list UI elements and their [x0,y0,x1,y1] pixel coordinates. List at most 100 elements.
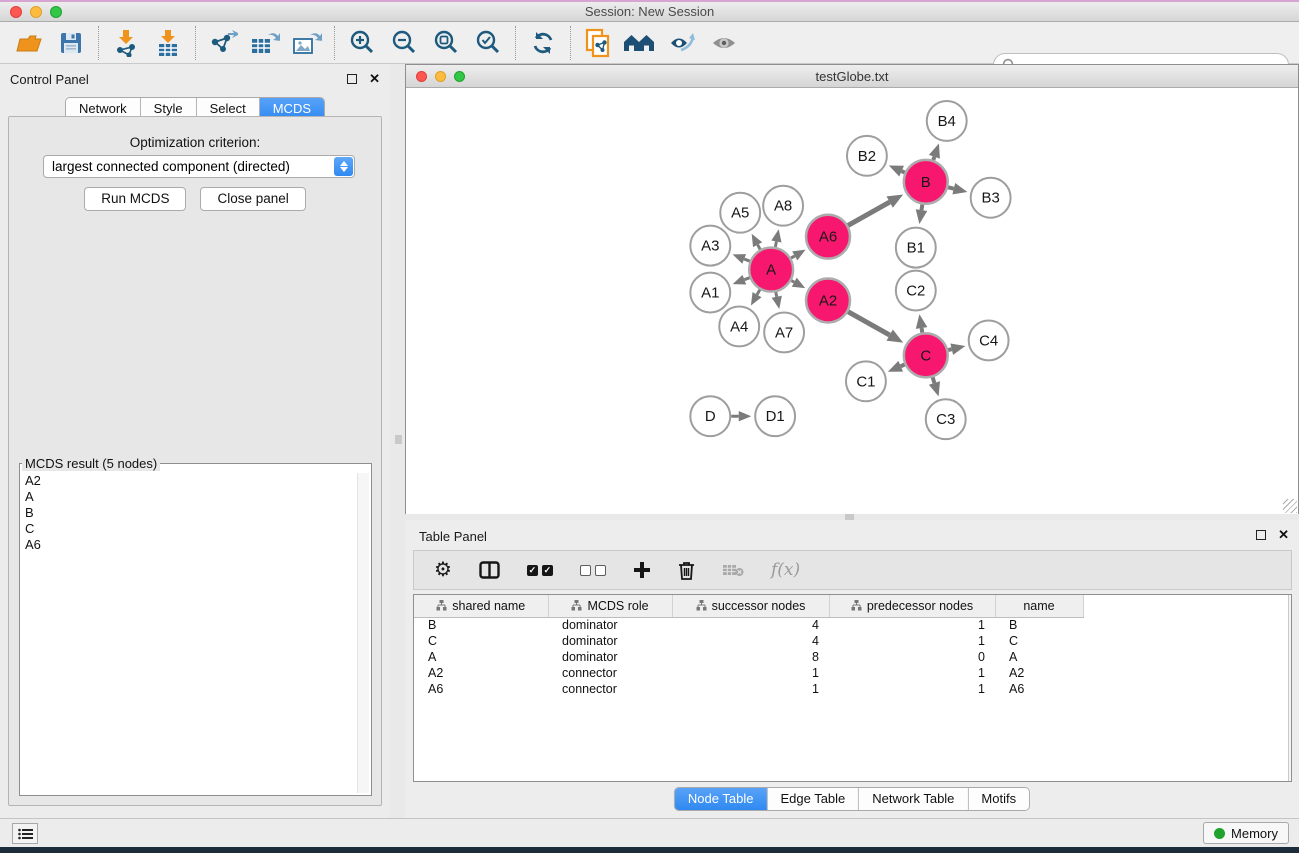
graph-edge-A-A8[interactable] [775,242,776,248]
graph-edge-B-B3[interactable] [948,187,954,188]
graph-edge-A6-B[interactable] [848,202,890,225]
select-all-columns-icon[interactable]: ✓✓ [527,555,553,585]
graph-node-A7[interactable]: A7 [764,312,804,352]
cell: 1 [672,681,829,697]
graph-node-B[interactable]: B [904,160,948,204]
graph-node-A4[interactable]: A4 [719,306,759,346]
memory-button[interactable]: Memory [1203,822,1289,844]
zoom-selected-icon[interactable] [467,25,509,61]
refresh-view-icon[interactable] [522,25,564,61]
graph-node-A[interactable]: A [749,248,793,292]
graph-edge-B-B2[interactable] [902,171,905,172]
graph-edge-A2-C[interactable] [848,312,890,335]
export-table-icon[interactable] [244,25,286,61]
run-mcds-button[interactable]: Run MCDS [84,187,186,211]
mcds-result-item[interactable]: A6 [22,537,355,553]
graph-edge-B-B4[interactable] [933,157,934,160]
show-column-icon[interactable] [479,555,500,585]
table-row[interactable]: A2connector11A2 [414,665,1084,681]
zoom-fit-icon[interactable] [425,25,467,61]
graph-node-D1[interactable]: D1 [755,396,795,436]
mcds-list-scrollbar[interactable] [357,473,369,793]
graph-node-C2[interactable]: C2 [896,271,936,311]
table-close-panel-icon[interactable]: ✕ [1278,527,1289,543]
mcds-result-item[interactable]: B [22,505,355,521]
graph-edge-C-C4[interactable] [948,349,952,350]
graph-edge-C-C3[interactable] [933,377,935,383]
graph-node-B4[interactable]: B4 [927,101,967,141]
column-header-successor-nodes[interactable]: successor nodes [672,595,829,617]
criterion-dropdown[interactable]: largest connected component (directed) [43,155,355,178]
table-float-panel-icon[interactable] [1256,530,1266,540]
graph-node-B3[interactable]: B3 [971,178,1011,218]
toolbar-separator [515,26,516,60]
graph-edge-A-A3[interactable] [744,259,750,261]
close-panel-button[interactable]: Close panel [200,187,305,211]
close-panel-icon[interactable]: ✕ [369,71,380,87]
table-options-gear-icon[interactable]: ⚙ [434,555,452,585]
graph-edge-A-A1[interactable] [744,278,749,280]
import-table-icon[interactable] [147,25,189,61]
show-graphics-details-icon[interactable] [703,25,745,61]
mcds-result-item[interactable]: A [22,489,355,505]
table-row[interactable]: Cdominator41C [414,633,1084,649]
zoom-out-icon[interactable] [383,25,425,61]
graph-edge-A-A6[interactable] [791,256,795,258]
window-resize-grip[interactable] [1283,499,1297,513]
graph-edge-A-A5[interactable] [758,245,761,250]
graph-edge-C-C2[interactable] [922,328,923,333]
graph-node-A6[interactable]: A6 [806,215,850,259]
graph-edge-A-A7[interactable] [776,292,777,297]
tab-node-table[interactable]: Node Table [675,788,768,810]
graph-node-D[interactable]: D [690,396,730,436]
hide-graphics-details-icon[interactable] [661,25,703,61]
network-canvas[interactable]: B4 B2 B B3 A5A8A6 A3 A B1 A1 C2 A2 A4A7 C4 C C1 D D1 C3 [406,88,1298,514]
graph-edge-A-A2[interactable] [791,281,794,283]
unselect-all-columns-icon[interactable] [580,555,606,585]
graph-node-A1[interactable]: A1 [690,273,730,313]
float-panel-icon[interactable] [347,74,357,84]
create-view-icon[interactable] [619,25,661,61]
mcds-result-item[interactable]: C [22,521,355,537]
export-network-icon[interactable] [202,25,244,61]
export-image-icon[interactable] [286,25,328,61]
delete-columns-icon[interactable] [678,555,695,585]
clone-network-icon[interactable] [577,25,619,61]
import-network-icon[interactable] [105,25,147,61]
table-row[interactable]: Bdominator41B [414,617,1084,633]
graph-node-B2[interactable]: B2 [847,136,887,176]
zoom-in-icon[interactable] [341,25,383,61]
column-header-shared-name[interactable]: shared name [414,595,548,617]
svg-text:C4: C4 [979,332,998,349]
vertical-splitter[interactable] [390,64,405,818]
graph-node-A8[interactable]: A8 [763,186,803,226]
create-new-column-icon[interactable] [633,555,651,585]
graph-node-A5[interactable]: A5 [720,193,760,233]
column-header-predecessor-nodes[interactable]: predecessor nodes [829,595,995,617]
graph-node-B1[interactable]: B1 [896,228,936,268]
graph-node-C[interactable]: C [904,333,948,377]
save-session-icon[interactable] [50,25,92,61]
graph-node-A2[interactable]: A2 [806,279,850,323]
table-row[interactable]: A6connector11A6 [414,681,1084,697]
graph-edge-B-B1[interactable] [921,204,922,210]
graph-node-C3[interactable]: C3 [926,399,966,439]
graph-edge-A-A4[interactable] [757,290,760,295]
svg-text:D1: D1 [766,408,785,425]
open-file-icon[interactable] [8,25,50,61]
graph-node-A3[interactable]: A3 [690,226,730,266]
column-header-name[interactable]: name [995,595,1083,617]
graph-node-C4[interactable]: C4 [969,320,1009,360]
graph-node-C1[interactable]: C1 [846,361,886,401]
tab-edge-table[interactable]: Edge Table [767,788,859,810]
cell: A [995,649,1083,665]
table-row[interactable]: Adominator80A [414,649,1084,665]
task-history-button[interactable] [12,823,38,844]
table-scrollbar[interactable] [1288,595,1291,781]
tab-motifs[interactable]: Motifs [968,788,1029,810]
network-window-titlebar[interactable]: testGlobe.txt [406,65,1298,88]
graph-edge-C-C1[interactable] [901,364,905,366]
tab-network-table[interactable]: Network Table [859,788,968,810]
column-header-MCDS-role[interactable]: MCDS role [548,595,672,617]
mcds-result-item[interactable]: A2 [22,473,355,489]
